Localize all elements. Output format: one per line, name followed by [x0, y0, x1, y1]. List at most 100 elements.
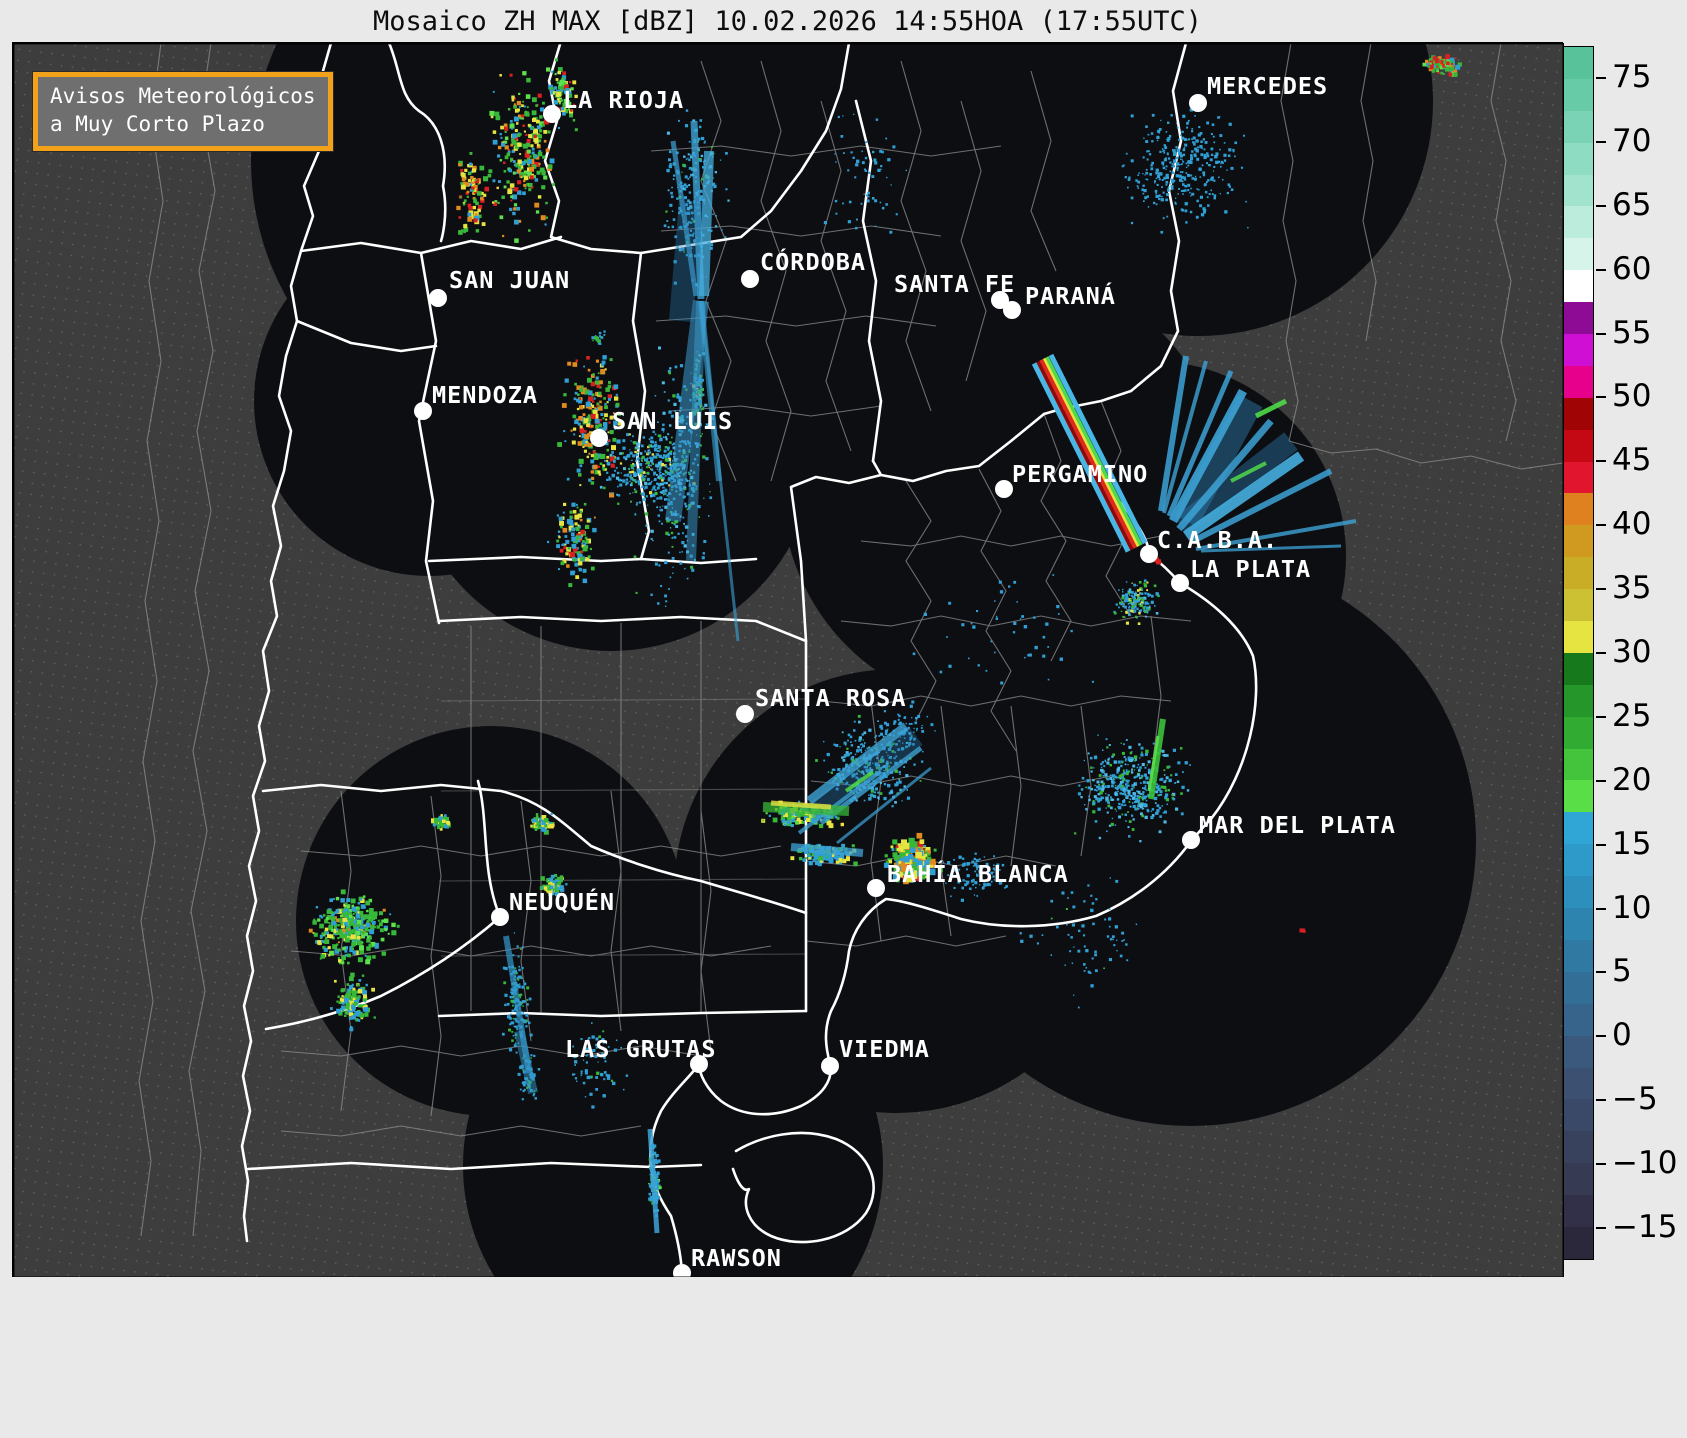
colorbar-segment-2 [1564, 110, 1593, 143]
city-label-mercedes: MERCEDES [1207, 72, 1328, 100]
colorbar-tick-mark [1596, 76, 1606, 79]
colorbar-tick-mark [1596, 268, 1606, 271]
colorbar-segment-27 [1564, 908, 1593, 940]
colorbar-tick-label: 10 [1612, 889, 1652, 926]
city-label-c-a-b-a-: C.A.B.A. [1157, 526, 1278, 554]
city-dot-mar-del-plata [1182, 831, 1200, 849]
colorbar-tick-mark [1596, 779, 1606, 782]
colorbar-segment-32 [1564, 1067, 1593, 1100]
colorbar-segment-7 [1564, 270, 1593, 303]
colorbar-segment-17 [1564, 589, 1593, 622]
colorbar-tick-label: 65 [1612, 186, 1652, 223]
colorbar-segment-11 [1564, 397, 1593, 430]
colorbar-tick-mark [1596, 588, 1606, 591]
colorbar-tick-mark [1596, 971, 1606, 974]
city-label-neuqu-n: NEUQUÉN [509, 888, 615, 916]
colorbar-segment-22 [1564, 748, 1593, 781]
radar-mosaic-screen: Mosaico ZH MAX [dBZ] 10.02.2026 14:55HOA… [0, 0, 1687, 1438]
colorbar-tick-mark [1596, 907, 1606, 910]
colorbar-segment-37 [1564, 1226, 1593, 1259]
map-canvas: LA RIOJA MERCEDES SAN JUAN CÓRDOBA SANTA FE P… [13, 43, 1564, 1278]
colorbar-segment-14 [1564, 493, 1593, 526]
city-label-la-rioja: LA RIOJA [563, 86, 684, 114]
city-label-las-grutas: LAS GRUTAS [565, 1035, 716, 1063]
colorbar-segment-4 [1564, 174, 1593, 207]
city-label-c-rdoba: CÓRDOBA [760, 248, 866, 276]
colorbar-segment-21 [1564, 716, 1593, 749]
city-dot-mercedes [1189, 94, 1207, 112]
city-dot-mendoza [414, 402, 432, 420]
colorbar-segment-30 [1564, 1003, 1593, 1036]
dbz-colorbar [1563, 46, 1594, 1260]
colorbar-segment-24 [1564, 812, 1593, 845]
colorbar-tick-mark [1596, 396, 1606, 399]
radar-map: LA RIOJA MERCEDES SAN JUAN CÓRDOBA SANTA FE P… [12, 42, 1564, 1278]
colorbar-tick-label: 5 [1612, 953, 1632, 990]
city-label-pergamino: PERGAMINO [1012, 460, 1148, 488]
colorbar-segment-0 [1564, 47, 1593, 79]
colorbar-tick-mark [1596, 1099, 1606, 1102]
colorbar-segment-15 [1564, 525, 1593, 558]
city-label-bah-a-blanca: BAHÍA BLANCA [887, 860, 1069, 888]
city-dot-santa-rosa [736, 705, 754, 723]
colorbar-tick-mark [1596, 332, 1606, 335]
colorbar-segment-33 [1564, 1099, 1593, 1132]
colorbar-segment-29 [1564, 971, 1593, 1004]
city-label-santa-fe: SANTA FE [894, 270, 1015, 298]
colorbar-segment-6 [1564, 238, 1593, 271]
city-label-rawson: RAWSON [691, 1244, 782, 1272]
city-dot-c-rdoba [741, 270, 759, 288]
colorbar-segment-9 [1564, 334, 1593, 366]
city-label-san-juan: SAN JUAN [449, 266, 570, 294]
colorbar-tick-label: 50 [1612, 378, 1652, 415]
colorbar-segment-18 [1564, 621, 1593, 653]
echo-cluster [1299, 928, 1306, 933]
colorbar-tick-label: 30 [1612, 634, 1652, 670]
echo-beam [669, 200, 703, 322]
city-dot-san-juan [429, 289, 447, 307]
city-dot-san-luis [590, 429, 608, 447]
city-label-viedma: VIEDMA [839, 1035, 930, 1063]
colorbar-segment-13 [1564, 461, 1593, 494]
colorbar-segment-26 [1564, 876, 1593, 909]
city-dot-la-plata [1171, 574, 1189, 592]
colorbar-tick-label: −5 [1612, 1081, 1658, 1118]
colorbar-segment-34 [1564, 1131, 1593, 1164]
city-dot-bah-a-blanca [867, 879, 885, 897]
city-dot-la-rioja [543, 105, 561, 123]
colorbar-tick-label: 70 [1612, 122, 1652, 159]
colorbar-tick-mark [1596, 715, 1606, 718]
colorbar-segment-3 [1564, 142, 1593, 175]
footer-logos: Servicio Meteorológico Nacional Argentin… [0, 1277, 1687, 1438]
colorbar-tick-label: 75 [1612, 58, 1652, 95]
colorbar-segment-19 [1564, 652, 1593, 685]
colorbar-segment-8 [1564, 302, 1593, 335]
warning-overlay-box: Avisos Meteorológicos a Muy Corto Plazo [32, 71, 334, 152]
page-title: Mosaico ZH MAX [dBZ] 10.02.2026 14:55HOA… [372, 6, 1203, 37]
colorbar-segment-5 [1564, 206, 1593, 239]
city-label-san-luis: SAN LUIS [612, 407, 733, 435]
colorbar-tick-label: 60 [1612, 250, 1652, 287]
colorbar-tick-mark [1596, 140, 1606, 143]
colorbar-tick-mark [1596, 460, 1606, 463]
colorbar-segment-36 [1564, 1195, 1593, 1227]
colorbar-tick-label: 35 [1612, 570, 1652, 607]
colorbar-tick-label: 20 [1612, 761, 1652, 798]
colorbar-segment-16 [1564, 557, 1593, 590]
city-label-paran-: PARANÁ [1025, 282, 1116, 310]
colorbar-tick-mark [1596, 524, 1606, 527]
colorbar-segment-20 [1564, 684, 1593, 717]
colorbar-tick-label: 0 [1612, 1017, 1632, 1054]
colorbar-tick-label: 45 [1612, 442, 1652, 479]
colorbar-segment-10 [1564, 365, 1593, 398]
colorbar-segment-23 [1564, 780, 1593, 813]
colorbar-tick-label: −10 [1612, 1145, 1678, 1182]
city-label-mar-del-plata: MAR DEL PLATA [1199, 811, 1396, 839]
colorbar-tick-label: 55 [1612, 314, 1652, 351]
colorbar-segment-28 [1564, 939, 1593, 972]
city-label-mendoza: MENDOZA [432, 381, 538, 409]
colorbar-tick-label: 15 [1612, 825, 1652, 862]
colorbar-tick-mark [1596, 1227, 1606, 1230]
echo-beam [699, 150, 714, 297]
city-dot-pergamino [995, 480, 1013, 498]
